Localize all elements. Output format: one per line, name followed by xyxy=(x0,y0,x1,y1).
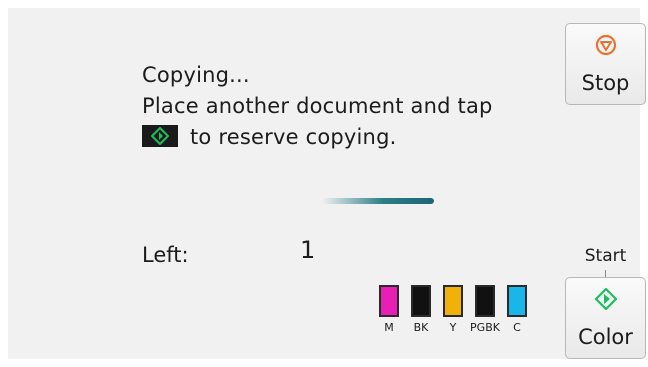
start-diamond-icon xyxy=(142,125,178,147)
color-button-label: Color xyxy=(578,325,633,349)
ink-label-pgbk: PGBK xyxy=(470,321,500,334)
copies-left-value: 1 xyxy=(300,236,316,264)
ink-label-bk: BK xyxy=(413,321,429,334)
ink-bar-c xyxy=(507,285,527,317)
status-line-3: to reserve copying. xyxy=(142,122,493,153)
ink-label-y: Y xyxy=(449,321,457,334)
ink-bar-bk xyxy=(411,285,431,317)
ink-label-c: C xyxy=(513,321,521,334)
stop-button-label: Stop xyxy=(581,71,630,95)
ink-label-m: M xyxy=(384,321,394,334)
ink-bar-pgbk xyxy=(475,285,495,317)
start-diamond-icon xyxy=(594,287,618,314)
status-line-3-text: to reserve copying. xyxy=(190,125,397,149)
copies-left-label: Left: xyxy=(142,243,189,267)
ink-bar-m xyxy=(379,285,399,317)
copy-status-screen: Copying... Place another document and ta… xyxy=(8,8,646,359)
stop-button[interactable]: Stop xyxy=(565,23,646,105)
ink-bar-y xyxy=(443,285,463,317)
start-caption: Start xyxy=(584,246,627,266)
stop-icon xyxy=(595,34,617,60)
status-message: Copying... Place another document and ta… xyxy=(142,60,493,153)
progress-indicator xyxy=(322,198,434,204)
status-line-2: Place another document and tap xyxy=(142,94,493,118)
status-line-1: Copying... xyxy=(142,63,250,87)
color-start-button[interactable]: Color xyxy=(565,277,646,359)
